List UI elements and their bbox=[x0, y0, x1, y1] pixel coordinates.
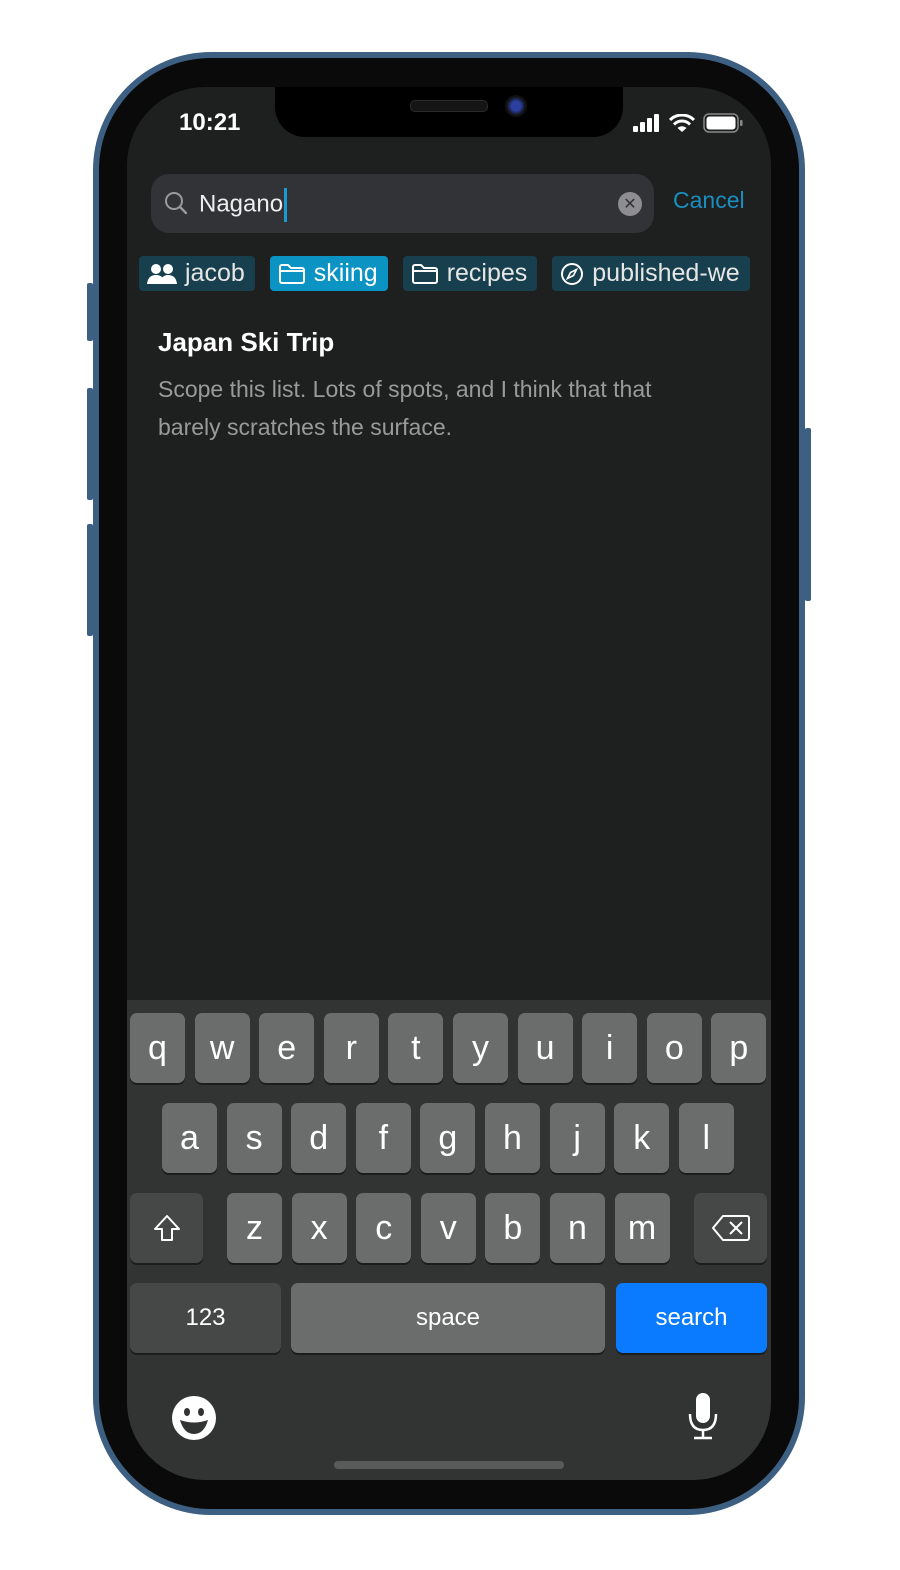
key-k[interactable]: k bbox=[614, 1103, 670, 1173]
key-r[interactable]: r bbox=[323, 1013, 379, 1083]
wifi-icon bbox=[669, 113, 695, 132]
space-key[interactable]: space bbox=[291, 1283, 605, 1353]
folder-icon bbox=[278, 263, 306, 285]
keyboard: 123 space search qwertyuiop asdfghjkl zxcv… bbox=[127, 1000, 771, 1480]
key-u[interactable]: u bbox=[517, 1013, 573, 1083]
key-w[interactable]: w bbox=[194, 1013, 250, 1083]
search-field[interactable]: Nagano ✕ bbox=[151, 174, 654, 233]
scope-chips: jacob skiing recipes published-we bbox=[139, 256, 750, 291]
result-description: Scope this list. Lots of spots, and I th… bbox=[158, 376, 652, 440]
key-y[interactable]: y bbox=[453, 1013, 508, 1083]
result-title: Japan Ski Trip bbox=[158, 327, 335, 357]
key-f[interactable]: f bbox=[355, 1103, 411, 1173]
key-m[interactable]: m bbox=[614, 1193, 670, 1263]
key-v[interactable]: v bbox=[420, 1193, 476, 1263]
key-a[interactable]: a bbox=[162, 1103, 217, 1173]
key-p[interactable]: p bbox=[711, 1013, 767, 1083]
speaker bbox=[410, 100, 488, 112]
chip-label: jacob bbox=[185, 259, 245, 287]
key-c[interactable]: c bbox=[356, 1193, 412, 1263]
search-icon bbox=[165, 192, 188, 215]
key-n[interactable]: n bbox=[550, 1193, 605, 1263]
key-h[interactable]: h bbox=[485, 1103, 540, 1173]
status-time: 10:21 bbox=[179, 109, 241, 136]
volume-up-button bbox=[87, 388, 93, 500]
key-o[interactable]: o bbox=[646, 1013, 702, 1083]
clear-icon[interactable]: ✕ bbox=[618, 192, 642, 216]
key-i[interactable]: i bbox=[582, 1013, 638, 1083]
chip-label: published-we bbox=[592, 259, 740, 287]
key-x[interactable]: x bbox=[291, 1193, 347, 1263]
delete-key[interactable] bbox=[694, 1193, 767, 1263]
numbers-key[interactable]: 123 bbox=[130, 1283, 281, 1353]
screen: 10:21 Nagano ✕ Cancel jacob skiing recipes… bbox=[127, 87, 771, 1480]
key-l[interactable]: l bbox=[678, 1103, 734, 1173]
key-s[interactable]: s bbox=[226, 1103, 282, 1173]
battery-icon bbox=[703, 113, 743, 133]
key-g[interactable]: g bbox=[420, 1103, 476, 1173]
people-icon bbox=[147, 263, 177, 285]
power-button bbox=[805, 428, 811, 601]
shift-key[interactable] bbox=[130, 1193, 203, 1263]
key-j[interactable]: j bbox=[549, 1103, 605, 1173]
key-e[interactable]: e bbox=[259, 1013, 315, 1083]
volume-down-button bbox=[87, 524, 93, 636]
folder-icon bbox=[411, 263, 439, 285]
scope-chip-recipes[interactable]: recipes bbox=[402, 256, 538, 291]
scope-chip-jacob[interactable]: jacob bbox=[139, 256, 255, 291]
home-indicator[interactable] bbox=[334, 1461, 564, 1469]
mute-switch bbox=[87, 283, 93, 341]
key-z[interactable]: z bbox=[227, 1193, 282, 1263]
microphone-icon[interactable] bbox=[687, 1392, 719, 1442]
key-d[interactable]: d bbox=[291, 1103, 347, 1173]
search-value: Nagano bbox=[199, 190, 284, 218]
chip-label: skiing bbox=[313, 259, 378, 287]
compass-icon bbox=[560, 262, 584, 286]
chip-label: recipes bbox=[446, 259, 528, 287]
notch bbox=[275, 87, 623, 137]
shift-icon bbox=[153, 1215, 180, 1241]
status-icons bbox=[633, 113, 743, 133]
cellular-signal-icon bbox=[633, 114, 659, 132]
camera bbox=[505, 95, 527, 117]
key-b[interactable]: b bbox=[485, 1193, 541, 1263]
cancel-button[interactable]: Cancel bbox=[673, 187, 745, 214]
search-input[interactable]: Nagano bbox=[199, 188, 288, 222]
key-q[interactable]: q bbox=[130, 1013, 185, 1083]
key-t[interactable]: t bbox=[388, 1013, 444, 1083]
text-caret bbox=[284, 188, 288, 222]
backspace-icon bbox=[711, 1215, 750, 1241]
scope-chip-skiing[interactable]: skiing bbox=[269, 256, 388, 291]
emoji-icon[interactable] bbox=[171, 1395, 217, 1441]
scope-chip-published-we[interactable]: published-we bbox=[552, 256, 750, 291]
search-key[interactable]: search bbox=[616, 1283, 767, 1353]
